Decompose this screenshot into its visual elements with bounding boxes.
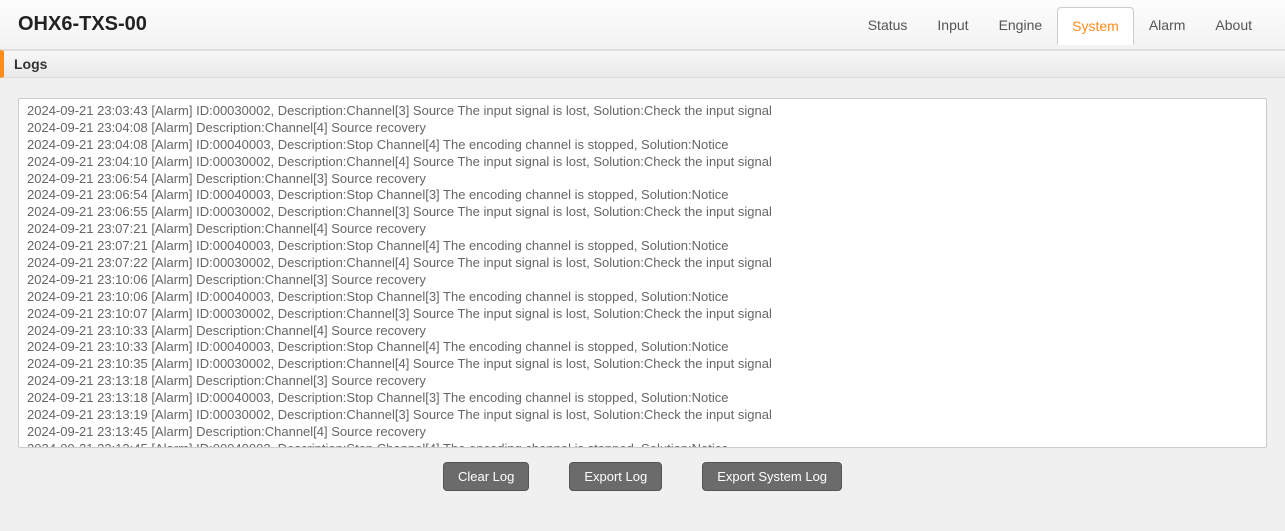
log-line: 2024-09-21 23:13:18 [Alarm] ID:00040003,… xyxy=(27,390,1258,407)
export-system-log-button[interactable]: Export System Log xyxy=(702,462,842,491)
tab-input[interactable]: Input xyxy=(922,6,983,44)
log-line: 2024-09-21 23:04:08 [Alarm] ID:00040003,… xyxy=(27,137,1258,154)
section-title: Logs xyxy=(0,50,1285,78)
log-line: 2024-09-21 23:07:22 [Alarm] ID:00030002,… xyxy=(27,255,1258,272)
button-row: Clear Log Export Log Export System Log xyxy=(18,462,1267,491)
log-line: 2024-09-21 23:10:07 [Alarm] ID:00030002,… xyxy=(27,306,1258,323)
tab-engine[interactable]: Engine xyxy=(984,6,1058,44)
device-title: OHX6-TXS-00 xyxy=(18,13,147,36)
log-line: 2024-09-21 23:04:08 [Alarm] Description:… xyxy=(27,120,1258,137)
log-line: 2024-09-21 23:10:06 [Alarm] ID:00040003,… xyxy=(27,289,1258,306)
log-line: 2024-09-21 23:10:33 [Alarm] Description:… xyxy=(27,323,1258,340)
nav-tabs: StatusInputEngineSystemAlarmAbout xyxy=(853,6,1267,44)
log-line: 2024-09-21 23:06:54 [Alarm] ID:00040003,… xyxy=(27,187,1258,204)
log-line: 2024-09-21 23:10:06 [Alarm] Description:… xyxy=(27,272,1258,289)
log-line: 2024-09-21 23:06:54 [Alarm] Description:… xyxy=(27,171,1258,188)
export-log-button[interactable]: Export Log xyxy=(569,462,662,491)
content-area: 2024-09-21 23:03:43 [Alarm] ID:00030002,… xyxy=(0,98,1285,511)
log-line: 2024-09-21 23:04:10 [Alarm] ID:00030002,… xyxy=(27,154,1258,171)
log-line: 2024-09-21 23:06:55 [Alarm] ID:00030002,… xyxy=(27,204,1258,221)
tab-status[interactable]: Status xyxy=(853,6,923,44)
log-line: 2024-09-21 23:13:45 [Alarm] ID:00040003,… xyxy=(27,441,1258,448)
log-line: 2024-09-21 23:07:21 [Alarm] ID:00040003,… xyxy=(27,238,1258,255)
tab-system[interactable]: System xyxy=(1057,7,1134,45)
log-line: 2024-09-21 23:10:35 [Alarm] ID:00030002,… xyxy=(27,356,1258,373)
log-line: 2024-09-21 23:13:19 [Alarm] ID:00030002,… xyxy=(27,407,1258,424)
header-bar: OHX6-TXS-00 StatusInputEngineSystemAlarm… xyxy=(0,0,1285,50)
log-line: 2024-09-21 23:13:45 [Alarm] Description:… xyxy=(27,424,1258,441)
tab-alarm[interactable]: Alarm xyxy=(1134,6,1201,44)
log-line: 2024-09-21 23:10:33 [Alarm] ID:00040003,… xyxy=(27,339,1258,356)
clear-log-button[interactable]: Clear Log xyxy=(443,462,529,491)
log-line: 2024-09-21 23:13:18 [Alarm] Description:… xyxy=(27,373,1258,390)
log-line: 2024-09-21 23:03:43 [Alarm] ID:00030002,… xyxy=(27,103,1258,120)
log-textarea[interactable]: 2024-09-21 23:03:43 [Alarm] ID:00030002,… xyxy=(18,98,1267,448)
tab-about[interactable]: About xyxy=(1200,6,1267,44)
log-line: 2024-09-21 23:07:21 [Alarm] Description:… xyxy=(27,221,1258,238)
